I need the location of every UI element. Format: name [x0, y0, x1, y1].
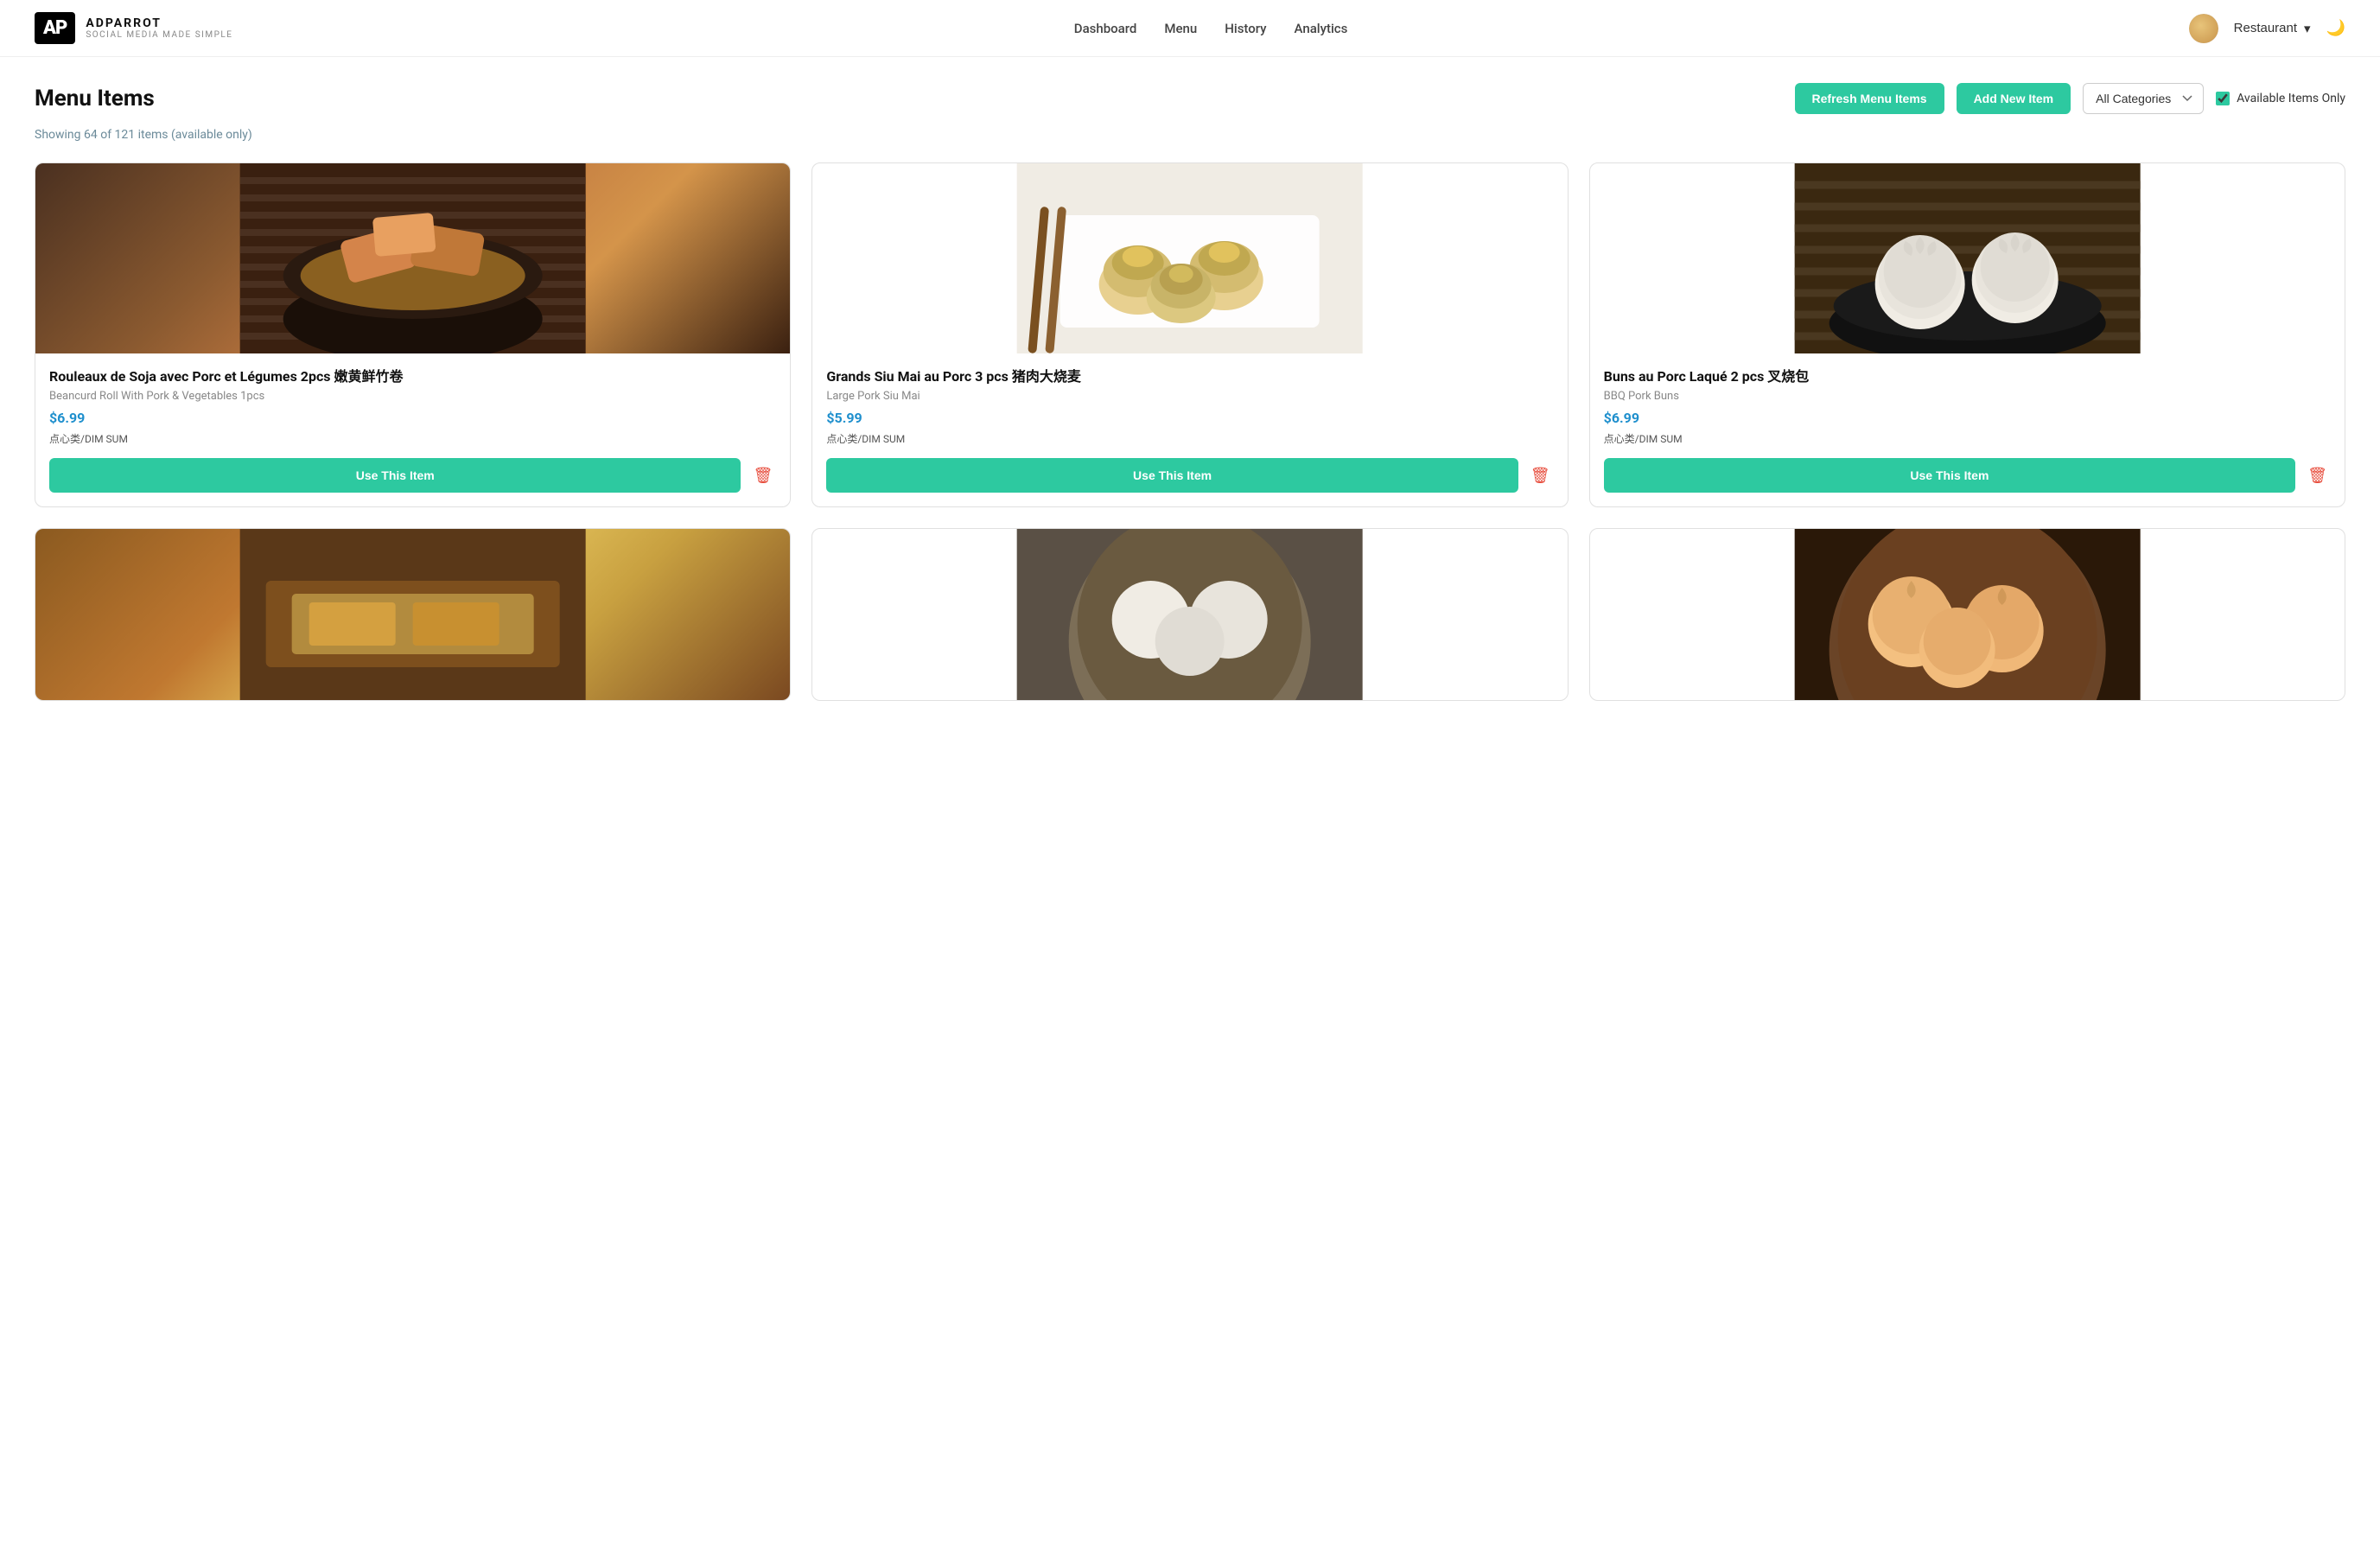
- restaurant-dropdown[interactable]: Restaurant ▾: [2234, 21, 2311, 36]
- toolbar-right: Refresh Menu Items Add New Item All Cate…: [1795, 83, 2345, 114]
- food-illustration-3: [1590, 163, 2345, 353]
- card-image-4: [35, 529, 790, 701]
- available-only-label: Available Items Only: [2237, 92, 2345, 105]
- brand-tagline: SOCIAL MEDIA MADE SIMPLE: [86, 30, 232, 40]
- card-subtitle-3: BBQ Pork Buns: [1604, 390, 2331, 403]
- card-subtitle-2: Large Pork Siu Mai: [826, 390, 1553, 403]
- food-illustration-6: [1590, 529, 2345, 701]
- card-subtitle-1: Beancurd Roll With Pork & Vegetables 1pc…: [49, 390, 776, 403]
- food-illustration-5: [812, 529, 1567, 701]
- card-price-3: $6.99: [1604, 410, 2331, 426]
- card-body-3: Buns au Porc Laqué 2 pcs 叉烧包 BBQ Pork Bu…: [1590, 353, 2345, 506]
- card-image-6: [1590, 529, 2345, 701]
- food-illustration-4: [35, 529, 790, 701]
- logo-text: ADPARROT SOCIAL MEDIA MADE SIMPLE: [86, 16, 232, 40]
- avatar: [2189, 14, 2218, 43]
- use-item-button-2[interactable]: Use This Item: [826, 458, 1518, 493]
- food-illustration-1: [35, 163, 790, 353]
- use-item-button-3[interactable]: Use This Item: [1604, 458, 2295, 493]
- logo-area: AP ADPARROT SOCIAL MEDIA MADE SIMPLE: [35, 12, 232, 44]
- card-actions-3: Use This Item 🗑: [1604, 458, 2331, 493]
- menu-card-2: Grands Siu Mai au Porc 3 pcs 猪肉大烧麦 Large…: [811, 162, 1568, 507]
- card-actions-2: Use This Item 🗑: [826, 458, 1553, 493]
- card-body-2: Grands Siu Mai au Porc 3 pcs 猪肉大烧麦 Large…: [812, 353, 1567, 506]
- toolbar: Menu Items Refresh Menu Items Add New It…: [35, 83, 2345, 114]
- refresh-menu-button[interactable]: Refresh Menu Items: [1795, 83, 1944, 114]
- nav-menu[interactable]: Menu: [1164, 21, 1197, 36]
- food-illustration-2: [812, 163, 1567, 353]
- menu-card-5: [811, 528, 1568, 701]
- main-nav: Dashboard Menu History Analytics: [1074, 21, 1348, 36]
- nav-dashboard[interactable]: Dashboard: [1074, 21, 1137, 36]
- restaurant-label: Restaurant: [2234, 21, 2297, 35]
- card-price-1: $6.99: [49, 410, 776, 426]
- card-actions-1: Use This Item 🗑: [49, 458, 776, 493]
- showing-count: Showing 64 of 121 items (available only): [35, 128, 2345, 142]
- delete-item-button-3[interactable]: 🗑: [2304, 463, 2331, 488]
- nav-right: Restaurant ▾ 🌙: [2189, 14, 2345, 43]
- items-grid: Rouleaux de Soja avec Porc et Légumes 2p…: [35, 162, 2345, 701]
- delete-item-button-1[interactable]: 🗑: [749, 463, 776, 488]
- card-category-1: 点心类/DIM SUM: [49, 431, 776, 446]
- menu-card-3: Buns au Porc Laqué 2 pcs 叉烧包 BBQ Pork Bu…: [1589, 162, 2345, 507]
- page-content: Menu Items Refresh Menu Items Add New It…: [0, 57, 2380, 727]
- card-price-2: $5.99: [826, 410, 1553, 426]
- nav-history[interactable]: History: [1225, 21, 1266, 36]
- dark-mode-toggle[interactable]: 🌙: [2326, 19, 2345, 37]
- use-item-button-1[interactable]: Use This Item: [49, 458, 741, 493]
- category-filter[interactable]: All Categories Dim Sum Appetizers Mains …: [2083, 83, 2204, 114]
- card-category-3: 点心类/DIM SUM: [1604, 431, 2331, 446]
- card-category-2: 点心类/DIM SUM: [826, 431, 1553, 446]
- card-image-5: [812, 529, 1567, 701]
- logo-mark: AP: [35, 12, 75, 44]
- card-image-1: [35, 163, 790, 353]
- chevron-down-icon: ▾: [2304, 21, 2311, 36]
- menu-card-6: [1589, 528, 2345, 701]
- menu-card-4: [35, 528, 791, 701]
- card-title-2: Grands Siu Mai au Porc 3 pcs 猪肉大烧麦: [826, 367, 1553, 386]
- available-only-wrap[interactable]: Available Items Only: [2216, 92, 2345, 105]
- card-image-3: [1590, 163, 2345, 353]
- delete-item-button-2[interactable]: 🗑: [1527, 463, 1554, 488]
- header: AP ADPARROT SOCIAL MEDIA MADE SIMPLE Das…: [0, 0, 2380, 57]
- card-title-1: Rouleaux de Soja avec Porc et Légumes 2p…: [49, 367, 776, 386]
- card-image-2: [812, 163, 1567, 353]
- available-only-checkbox[interactable]: [2216, 92, 2230, 105]
- add-new-item-button[interactable]: Add New Item: [1957, 83, 2071, 114]
- nav-analytics[interactable]: Analytics: [1295, 21, 1348, 36]
- brand-name: ADPARROT: [86, 16, 232, 30]
- card-title-3: Buns au Porc Laqué 2 pcs 叉烧包: [1604, 367, 2331, 386]
- card-body-1: Rouleaux de Soja avec Porc et Légumes 2p…: [35, 353, 790, 506]
- page-title: Menu Items: [35, 86, 155, 111]
- menu-card: Rouleaux de Soja avec Porc et Légumes 2p…: [35, 162, 791, 507]
